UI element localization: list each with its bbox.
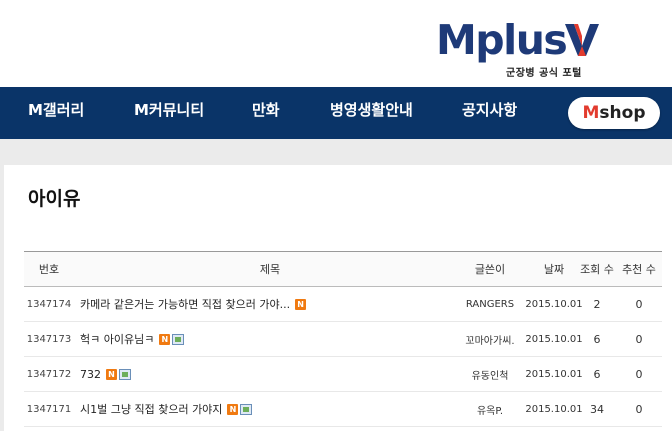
post-recommend: 0: [635, 367, 643, 381]
post-title-cell: 카메라 같은거는 가능하면 직접 찾으러 가야... N: [80, 287, 460, 321]
post-number: 1347171: [26, 403, 72, 415]
table-row[interactable]: 1347174 카메라 같은거는 가능하면 직접 찾으러 가야... N RAN…: [24, 287, 662, 322]
logo-subtitle: 군장병 공식 포털: [506, 68, 582, 79]
post-views: 2: [593, 297, 601, 311]
nav-item-m-gallery[interactable]: M갤러리: [28, 87, 84, 139]
post-title-link[interactable]: 시1벌 그냥 직접 찾으러 가야지: [80, 401, 222, 417]
image-attachment-icon: [172, 333, 185, 345]
board-content: 아이유 번호 제목 글쓴이 날짜 조회 수 추천 수 1347174 카메라 같…: [4, 165, 672, 431]
nav-item-m-community[interactable]: M커뮤니티: [134, 87, 204, 139]
image-attachment-icon: [119, 368, 131, 380]
post-number: 1347173: [26, 333, 72, 345]
mshop-label: shop: [599, 103, 646, 123]
post-recommend: 0: [635, 297, 643, 311]
post-title-link[interactable]: 카메라 같은거는 가능하면 직접 찾으러 가야...: [80, 296, 290, 312]
new-badge-icon: N: [227, 403, 239, 415]
mshop-button[interactable]: Mshop: [568, 97, 660, 129]
table-row[interactable]: 1347173 헉ㅋ 아이유님ㅋ N 꼬마아가씨. 2015.10.01 6 0: [24, 322, 662, 357]
mshop-m: M: [582, 103, 600, 123]
post-title-cell: 헉ㅋ 아이유님ㅋ N: [80, 322, 460, 356]
post-views: 6: [593, 332, 601, 346]
nav-item-notices[interactable]: 공지사항: [462, 87, 517, 139]
site-logo[interactable]: Mplus 군장병 공식 포털: [436, 18, 602, 80]
main-nav: M갤러리 M커뮤니티 만화 병영생활안내 공지사항 Mshop: [0, 87, 672, 139]
col-header-recommend: 추천 수: [622, 263, 656, 276]
col-header-views: 조회 수: [580, 263, 614, 276]
post-table: 번호 제목 글쓴이 날짜 조회 수 추천 수 1347174 카메라 같은거는 …: [24, 251, 662, 427]
new-badge-icon: N: [106, 368, 117, 380]
image-attachment-icon: [240, 403, 253, 415]
col-header-no: 번호: [38, 263, 60, 276]
post-title-cell: 시1벌 그냥 직접 찾으러 가야지 N: [80, 392, 460, 426]
post-number: 1347172: [26, 368, 72, 380]
post-recommend: 0: [635, 402, 643, 416]
new-badge-icon: N: [295, 298, 307, 310]
post-views: 6: [593, 367, 601, 381]
new-badge-icon: N: [159, 333, 171, 345]
logo-v-mark: [565, 24, 599, 56]
post-title-link[interactable]: 헉ㅋ 아이유님ㅋ: [80, 331, 154, 347]
board-title: 아이유: [28, 188, 81, 210]
logo-wordmark: Mplus: [436, 16, 568, 64]
post-title-cell: 732 N: [80, 357, 460, 391]
table-row[interactable]: 1347171 시1벌 그냥 직접 찾으러 가야지 N 유옥P. 2015.10…: [24, 392, 662, 427]
post-recommend: 0: [635, 332, 643, 346]
table-header: 번호 제목 글쓴이 날짜 조회 수 추천 수: [24, 251, 662, 287]
col-header-title: 제목: [259, 263, 281, 276]
post-views: 34: [590, 402, 604, 416]
nav-item-comics[interactable]: 만화: [252, 87, 280, 139]
table-row[interactable]: 1347172 732 N 유동인척 2015.10.01 6 0: [24, 357, 662, 392]
site-header: Mplus 군장병 공식 포털: [0, 0, 672, 87]
post-number: 1347174: [26, 298, 72, 310]
nav-item-military-life-guide[interactable]: 병영생활안내: [330, 87, 413, 139]
post-title-link[interactable]: 732: [80, 368, 101, 381]
